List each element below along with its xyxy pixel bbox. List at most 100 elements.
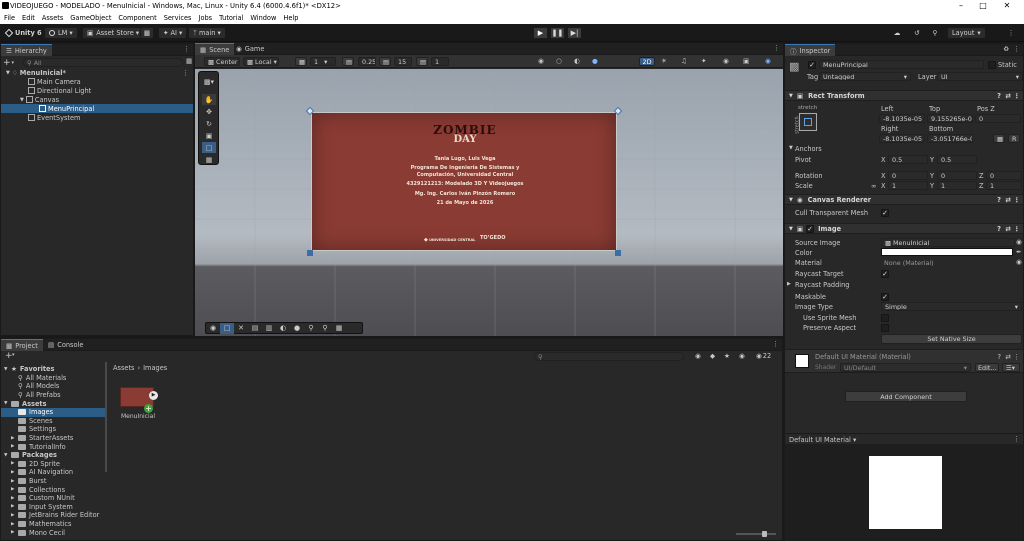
step-button[interactable]: ▶| — [567, 27, 582, 39]
tree-item[interactable]: ▶ AI Navigation — [1, 468, 105, 477]
hidden-packages-icon[interactable]: ◉ — [739, 352, 745, 360]
tab-scene[interactable]: ▦ Scene — [195, 43, 235, 55]
scale-tool-icon[interactable]: ▣ — [202, 130, 216, 141]
hierarchy-item-canvas[interactable]: ▼ Canvas — [1, 95, 59, 104]
scale-value[interactable]: 1 — [431, 57, 449, 66]
component-more-icon[interactable]: ⋮ — [1013, 353, 1020, 361]
menu-edit[interactable]: Edit — [22, 14, 35, 22]
tree-item[interactable]: ▶ Input System — [1, 503, 105, 512]
shading-wire-icon[interactable]: ○ — [556, 57, 562, 65]
menu-tutorial[interactable]: Tutorial — [219, 14, 243, 22]
more-icon[interactable]: ⋮ — [773, 44, 780, 52]
tree-item[interactable]: ▶ TutorialInfo — [1, 442, 105, 451]
tree-item[interactable]: ▶ Custom NUnit — [1, 494, 105, 503]
hidden-objects-icon[interactable]: ◉ — [723, 57, 729, 65]
view-tool-icon[interactable]: ◉ — [206, 323, 220, 334]
transform-tool-icon[interactable]: ▦ — [202, 154, 216, 165]
menu-file[interactable]: File — [4, 14, 15, 22]
hierarchy-search-input[interactable]: ⚲ All — [23, 58, 183, 67]
preset-icon[interactable]: ⇄ — [1005, 225, 1011, 233]
add-component-button[interactable]: Add Component — [845, 391, 967, 402]
extra-icon[interactable]: ▦ — [332, 323, 346, 334]
close-button[interactable]: ✕ — [996, 0, 1018, 12]
help-icon[interactable]: ? — [997, 196, 1001, 204]
tree-item[interactable]: ▶ Burst — [1, 477, 105, 486]
tree-item[interactable]: ⚲ All Materials — [1, 374, 105, 383]
tree-item[interactable]: ▶ Collections — [1, 485, 105, 494]
image-type-dropdown[interactable]: Simple ▾ — [881, 302, 1022, 311]
image-component-header[interactable]: ▼ ▣ ✓ Image ? ⇄ ⋮ — [785, 223, 1023, 234]
move-tool-icon[interactable]: ✥ — [202, 106, 216, 117]
history-icon[interactable]: ↺ — [910, 27, 924, 39]
tree-scrollbar[interactable] — [105, 362, 107, 472]
hierarchy-item-main-camera[interactable]: Main Camera — [1, 77, 81, 86]
scale-z-field[interactable]: 1 — [986, 181, 1022, 190]
source-image-field[interactable]: ▩ MenuInicial — [881, 238, 1015, 247]
cloud-icon[interactable]: ☁ — [890, 27, 904, 39]
search-by-type-icon[interactable]: ◉ — [695, 352, 701, 360]
rotate-snap-toggle[interactable]: ▤ — [379, 57, 391, 66]
tree-item[interactable]: ▼ ★ Favorites — [1, 365, 105, 374]
canvas-renderer-header[interactable]: ▼ ◉ Canvas Renderer ? ⇄ ⋮ — [785, 194, 1023, 205]
tag-dropdown[interactable]: Untagged ▾ — [819, 72, 911, 81]
menu-gameobject[interactable]: GameObject — [70, 14, 111, 22]
measure-icon[interactable]: ⚲ — [304, 323, 318, 334]
raycast-target-checkbox[interactable]: ✓ — [881, 270, 889, 278]
menu-window[interactable]: Window — [250, 14, 276, 22]
expand-arrow-icon[interactable]: ▶ — [11, 522, 15, 527]
more-icon[interactable]: ⋮ — [1013, 45, 1020, 53]
grid-plane-dropdown[interactable]: 1 ▾ — [310, 57, 336, 66]
set-native-size-button[interactable]: Set Native Size — [881, 334, 1022, 344]
top-field[interactable]: 9.155265e-05 — [927, 114, 973, 123]
rotate-tool-icon[interactable]: ↻ — [202, 118, 216, 129]
orbit-icon[interactable]: ◐ — [276, 323, 290, 334]
tree-item[interactable]: Images — [1, 408, 105, 417]
expand-arrow-icon[interactable]: ▶ — [11, 444, 15, 449]
tree-item[interactable]: ▶ Mono Cecil — [1, 528, 105, 537]
layer-dropdown[interactable]: UI ▾ — [937, 72, 1023, 81]
scene-viewport[interactable]: ▩▾ ✋ ✥ ↻ ▣ □ ▦ ZOMBIE DAY Tania Lugo, Lu… — [195, 69, 783, 336]
hierarchy-item-directional-light[interactable]: Directional Light — [1, 86, 91, 95]
maskable-checkbox[interactable]: ✓ — [881, 293, 889, 301]
scene-more-icon[interactable]: ⋮ — [182, 69, 189, 77]
snap-edge-icon[interactable]: ✕ — [234, 323, 248, 334]
rect-tool-icon[interactable]: □ — [202, 142, 216, 153]
more-icon[interactable]: ⋮ — [772, 340, 779, 348]
expand-arrow-icon[interactable]: ▼ — [4, 367, 8, 372]
shader-dropdown[interactable]: UI/Default ▾ — [840, 363, 971, 372]
grid-toggle[interactable]: ▦ — [295, 57, 307, 66]
orientation-dropdown[interactable]: ▩▾ — [202, 76, 216, 87]
pivot-x-field[interactable]: 0.5 — [888, 155, 928, 164]
component-more-icon[interactable]: ⋮ — [1013, 196, 1020, 204]
pivot-y-field[interactable]: 0.5 — [937, 155, 977, 164]
expand-arrow-icon[interactable]: ▼ — [4, 401, 8, 406]
preview-dropdown[interactable]: Default UI Material ▾ — [789, 436, 856, 444]
raycast-padding-foldout[interactable]: Raycast Padding — [795, 281, 849, 289]
tree-item[interactable]: ▶ StarterAssets — [1, 434, 105, 443]
search-by-label-icon[interactable]: ◆ — [710, 352, 715, 360]
rect-snap-icon[interactable]: □ — [220, 322, 234, 334]
expand-arrow-icon[interactable]: ▶ — [11, 436, 15, 441]
preset-icon[interactable]: ⇄ — [1005, 353, 1011, 361]
right-field[interactable]: -8.1035e-05 — [879, 134, 925, 143]
scale-y-field[interactable]: 1 — [937, 181, 977, 190]
snap-value[interactable]: 0.25 — [358, 57, 376, 66]
preset-icon[interactable]: ⇄ — [1005, 196, 1011, 204]
mode-2d-toggle[interactable]: 2D — [639, 57, 655, 66]
pivot-dropdown[interactable]: ▩Center▾ — [204, 57, 240, 66]
static-checkbox[interactable] — [988, 61, 996, 69]
bottom-field[interactable]: -3.051766e-05 — [927, 134, 973, 143]
expand-arrow-icon[interactable]: ▶ — [11, 461, 15, 466]
menu-help[interactable]: Help — [283, 14, 298, 22]
help-icon[interactable]: ? — [998, 353, 1002, 361]
expand-arrow-icon[interactable]: ▶ — [11, 479, 15, 484]
menu-component[interactable]: Component — [118, 14, 156, 22]
tree-item[interactable]: ⚲ All Models — [1, 382, 105, 391]
menu-services[interactable]: Services — [164, 14, 192, 22]
tab-console[interactable]: ▤ Console — [43, 339, 88, 351]
more-icon[interactable]: ⋮ — [1004, 27, 1018, 39]
align-icon[interactable]: ▤ — [248, 323, 262, 334]
menu-assets[interactable]: Assets — [42, 14, 63, 22]
link-icon[interactable]: ∞ — [871, 182, 877, 190]
expand-arrow-icon[interactable]: ▶ — [11, 487, 15, 492]
